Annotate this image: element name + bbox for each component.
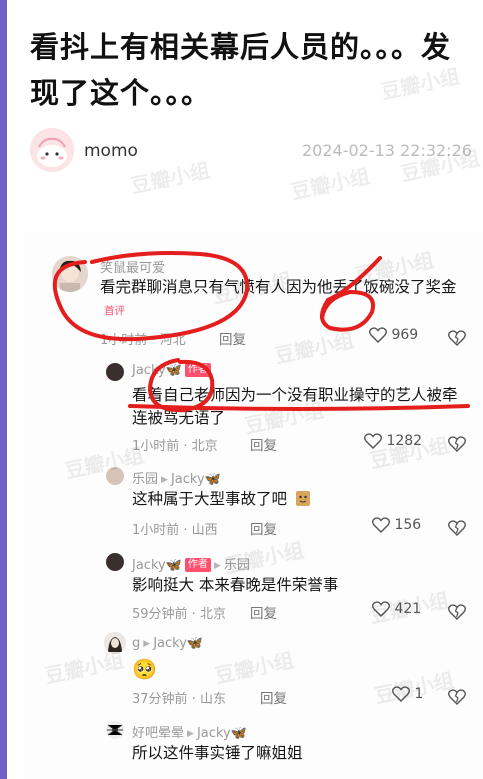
avatar[interactable] [106,363,124,381]
comment-emoji: 🥺 [132,657,157,681]
reply-to-username[interactable]: 乐园 [224,558,250,573]
comment-time: 1小时前 · 山西 [132,523,218,538]
author-avatar[interactable] [30,128,74,172]
broken-heart-icon [448,519,466,536]
broken-heart-icon [448,329,466,346]
reply-button[interactable]: 回复 [219,328,246,348]
dislike-button[interactable] [448,686,466,705]
dislike-button[interactable] [448,601,466,620]
comment-username[interactable]: Jacky [132,363,166,378]
reply-to-username[interactable]: Jacky [197,726,231,741]
comment-username[interactable]: g [132,636,140,651]
avatar[interactable] [106,467,124,485]
reply-arrow-icon: ▶ [187,729,194,739]
butterfly-icon: 🦋 [186,636,204,651]
comment-username-row: 乐园 ▶ Jacky🦋 [132,468,221,487]
comment-text: 看着自己老师因为一个没有职业操守的艺人被牵连被骂无语了 [132,386,458,427]
butterfly-icon: 🦋 [165,363,182,378]
spider-avatar-icon [107,724,123,736]
reply-button[interactable]: 回复 [250,602,277,622]
post-title: 看抖上有相关幕后人员的。。。发现了这个。。。 [30,30,452,110]
watermark: 豆瓣小组 [272,327,356,369]
reply-arrow-icon: ▶ [143,639,151,649]
butterfly-icon: 🦋 [165,558,182,573]
comment-text-body: 这种属于大型事故了吧 [132,490,288,508]
comment-time: 37分钟前 · 山东 [132,692,226,707]
dislike-button[interactable] [448,327,466,346]
comment-username-row: 好吧晕晕 ▶ Jacky🦋 [132,722,247,741]
comment-text-body: 看完群聊消息只有气愤有人因为他丢了饭碗没了奖金 [100,278,457,296]
like-count: 1 [414,686,424,702]
avatar[interactable] [52,256,88,292]
dislike-button[interactable] [448,433,466,452]
heart-icon [369,327,387,343]
butterfly-icon: 🦋 [204,472,221,487]
user-avatar-icon [104,632,126,654]
broken-heart-icon [448,435,466,452]
reply-button[interactable]: 回复 [260,687,287,707]
comment-username-row: g ▶ Jacky🦋 [132,636,203,651]
heart-icon [372,601,390,617]
like-button[interactable]: 421 [372,601,421,617]
author-badge: 作者 [184,558,211,572]
broken-heart-icon [448,603,466,620]
comment-text: 这种属于大型事故了吧 [132,488,462,511]
comment-username-row: Jacky🦋 作者 ▶ 乐园 [132,554,250,573]
avatar[interactable] [104,632,126,654]
like-count: 421 [394,601,422,617]
like-button[interactable]: 156 [372,517,421,533]
cartoon-face-icon [30,128,74,172]
avatar[interactable] [106,721,124,739]
comment-text: 看完群聊消息只有气愤有人因为他丢了饭碗没了奖金首评 [100,276,460,323]
heart-icon [392,686,410,702]
reply-to-username[interactable]: Jacky [153,636,187,651]
comment-time: 59分钟前 · 北京 [132,607,226,622]
reply-button[interactable]: 回复 [250,518,277,538]
avatar[interactable] [106,553,124,571]
like-count: 156 [394,517,422,533]
post-date: 2024-02-13 22:32:26 [302,141,472,160]
like-button[interactable]: 969 [369,327,418,343]
user-avatar-icon [52,256,88,292]
reply-button[interactable]: 回复 [250,434,277,454]
like-button[interactable]: 1282 [364,433,422,449]
comment-username[interactable]: 好吧晕晕 [132,726,184,741]
comment-username[interactable]: 乐园 [132,472,158,487]
reply-arrow-icon: ▶ [161,475,168,485]
embedded-screenshot: 笑鼠最可爱 看完群聊消息只有气愤有人因为他丢了饭碗没了奖金首评 1小时前 · 河… [24,232,483,779]
author-name[interactable]: momo [84,141,138,161]
first-comment-badge: 首评 [104,305,125,317]
butterfly-icon: 🦋 [230,726,247,741]
watermark: 豆瓣小组 [212,647,296,689]
accent-bar [0,0,7,779]
comment-time: 1小时前 · 河北 [100,333,186,348]
broken-heart-icon [448,688,466,705]
like-button[interactable]: 1 [392,686,423,702]
comment-username-row: Jacky🦋 作者 [132,363,211,378]
heart-icon [364,433,382,449]
cat-sticker-icon [295,491,310,506]
comment-time: 1小时前 · 北京 [132,439,218,454]
reply-arrow-icon: ▶ [213,561,221,571]
comment-username[interactable]: 笑鼠最可爱 [100,257,165,276]
reply-to-username[interactable]: Jacky [171,472,205,487]
author-badge: 作者 [184,363,211,377]
like-count: 1282 [386,433,423,449]
comment-username[interactable]: Jacky [132,558,166,573]
comment-text: 影响挺大 本来春晚是件荣誉事 [132,576,339,594]
dislike-button[interactable] [448,517,466,536]
comment-text: 所以这件事实锤了嘛姐姐 [132,744,303,762]
author-row: momo 2024-02-13 22:32:26 [30,128,483,176]
like-count: 969 [391,327,419,343]
heart-icon [372,517,390,533]
